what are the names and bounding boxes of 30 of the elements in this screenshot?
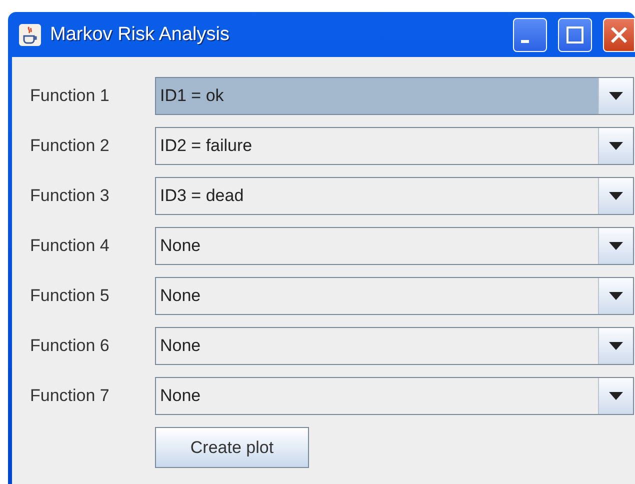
function-label: Function 3 bbox=[30, 186, 110, 206]
close-button[interactable] bbox=[603, 18, 635, 52]
function-label: Function 7 bbox=[30, 386, 110, 406]
create-plot-button[interactable]: Create plot bbox=[155, 427, 309, 468]
dropdown-arrow-icon bbox=[609, 242, 623, 250]
window-title: Markov Risk Analysis bbox=[50, 24, 230, 46]
function-label: Function 2 bbox=[30, 136, 110, 156]
function-dropdown[interactable]: None bbox=[155, 377, 634, 415]
coffee-cup-icon bbox=[18, 22, 42, 46]
function-label: Function 4 bbox=[30, 236, 110, 256]
maximize-icon bbox=[566, 26, 584, 44]
function-label: Function 5 bbox=[30, 286, 110, 306]
dropdown-arrow-icon bbox=[609, 292, 623, 300]
dropdown-arrow-icon bbox=[609, 392, 623, 400]
function-dropdown[interactable]: ID2 = failure bbox=[155, 127, 634, 165]
function-dropdown[interactable]: None bbox=[155, 227, 634, 265]
function-dropdown[interactable]: ID1 = ok bbox=[155, 77, 634, 115]
dropdown-arrow-icon bbox=[609, 142, 623, 150]
function-label: Function 1 bbox=[30, 86, 110, 106]
maximize-button[interactable] bbox=[558, 18, 592, 52]
dropdown-arrow-icon bbox=[609, 92, 623, 100]
function-dropdown[interactable]: None bbox=[155, 327, 634, 365]
minimize-button[interactable] bbox=[513, 18, 547, 52]
function-dropdown[interactable]: None bbox=[155, 277, 634, 315]
function-dropdown[interactable]: ID3 = dead bbox=[155, 177, 634, 215]
close-icon bbox=[609, 24, 629, 44]
minimize-icon bbox=[521, 40, 529, 43]
dropdown-arrow-icon bbox=[609, 192, 623, 200]
dropdown-arrow-icon bbox=[609, 342, 623, 350]
function-label: Function 6 bbox=[30, 336, 110, 356]
